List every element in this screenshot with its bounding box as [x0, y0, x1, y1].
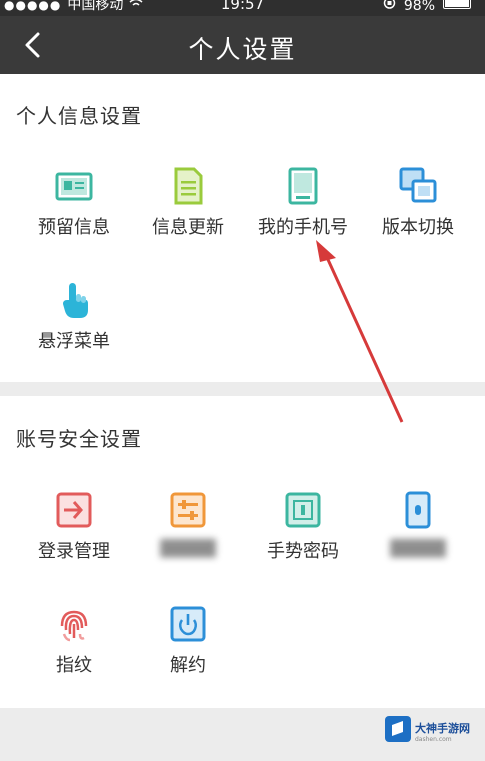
document-icon	[174, 167, 203, 205]
my-phone-number-label: 我的手机号	[258, 217, 348, 238]
terminate-contract-button[interactable]: 解约	[128, 604, 248, 694]
blurred-device-button[interactable]: ▇▇▇▇	[358, 490, 478, 580]
login-icon	[56, 492, 92, 528]
battery-percent: 98%	[403, 0, 435, 14]
floating-menu-button[interactable]: 悬浮菜单	[14, 280, 134, 370]
watermark-url: dashen.com	[415, 736, 452, 743]
info-update-button[interactable]: 信息更新	[128, 166, 248, 256]
phone-icon	[288, 167, 318, 205]
site-watermark: 大神手游网 dashen.com	[383, 712, 479, 754]
version-switch-button[interactable]: 版本切换	[358, 166, 478, 256]
reserved-info-label: 预留信息	[38, 217, 110, 238]
info-update-label: 信息更新	[152, 217, 224, 238]
reserved-info-button[interactable]: 预留信息	[14, 166, 134, 256]
version-switch-label: 版本切换	[382, 217, 454, 238]
gesture-icon	[285, 492, 321, 528]
login-management-button[interactable]: 登录管理	[14, 490, 134, 580]
battery-icon	[443, 0, 471, 9]
floating-menu-label: 悬浮菜单	[38, 331, 110, 352]
gesture-password-label: 手势密码	[267, 541, 339, 562]
section-title: 账号安全设置	[16, 427, 142, 451]
rotation-lock-icon	[383, 0, 396, 12]
chevron-left-icon	[25, 32, 40, 58]
status-bar: ●●●●● 中国移动 19:57 98%	[0, 0, 485, 16]
hand-pointer-icon	[63, 283, 88, 318]
personal-info-section: 个人信息设置 预留信息 信息更新 我的手机号 版本切换 悬浮菜单	[0, 74, 485, 382]
settings-sliders-icon	[170, 492, 206, 528]
blurred-device-label: ▇▇▇▇	[390, 537, 446, 558]
power-icon	[170, 606, 206, 642]
account-security-section: 账号安全设置 登录管理 ▇▇▇▇ 手势密码 ▇▇▇▇ 指纹 解约	[0, 396, 485, 708]
blurred-setting-button[interactable]: ▇▇▇▇	[128, 490, 248, 580]
site-logo-icon	[385, 716, 411, 742]
section-title: 个人信息设置	[16, 104, 142, 128]
page-title: 个人设置	[188, 35, 297, 64]
login-management-label: 登录管理	[38, 541, 110, 562]
switch-version-icon	[399, 167, 437, 203]
gesture-password-button[interactable]: 手势密码	[243, 490, 363, 580]
blurred-setting-label: ▇▇▇▇	[160, 537, 216, 558]
fingerprint-label: 指纹	[56, 655, 92, 676]
back-button[interactable]	[18, 28, 48, 62]
fingerprint-button[interactable]: 指纹	[14, 604, 134, 694]
fingerprint-icon	[60, 610, 88, 642]
navigation-bar: 个人设置	[0, 16, 485, 74]
terminate-contract-label: 解约	[170, 655, 206, 676]
my-phone-number-button[interactable]: 我的手机号	[243, 166, 363, 256]
watermark-name: 大神手游网	[415, 722, 470, 735]
id-card-icon	[55, 172, 93, 201]
phone-lock-icon	[405, 491, 431, 529]
